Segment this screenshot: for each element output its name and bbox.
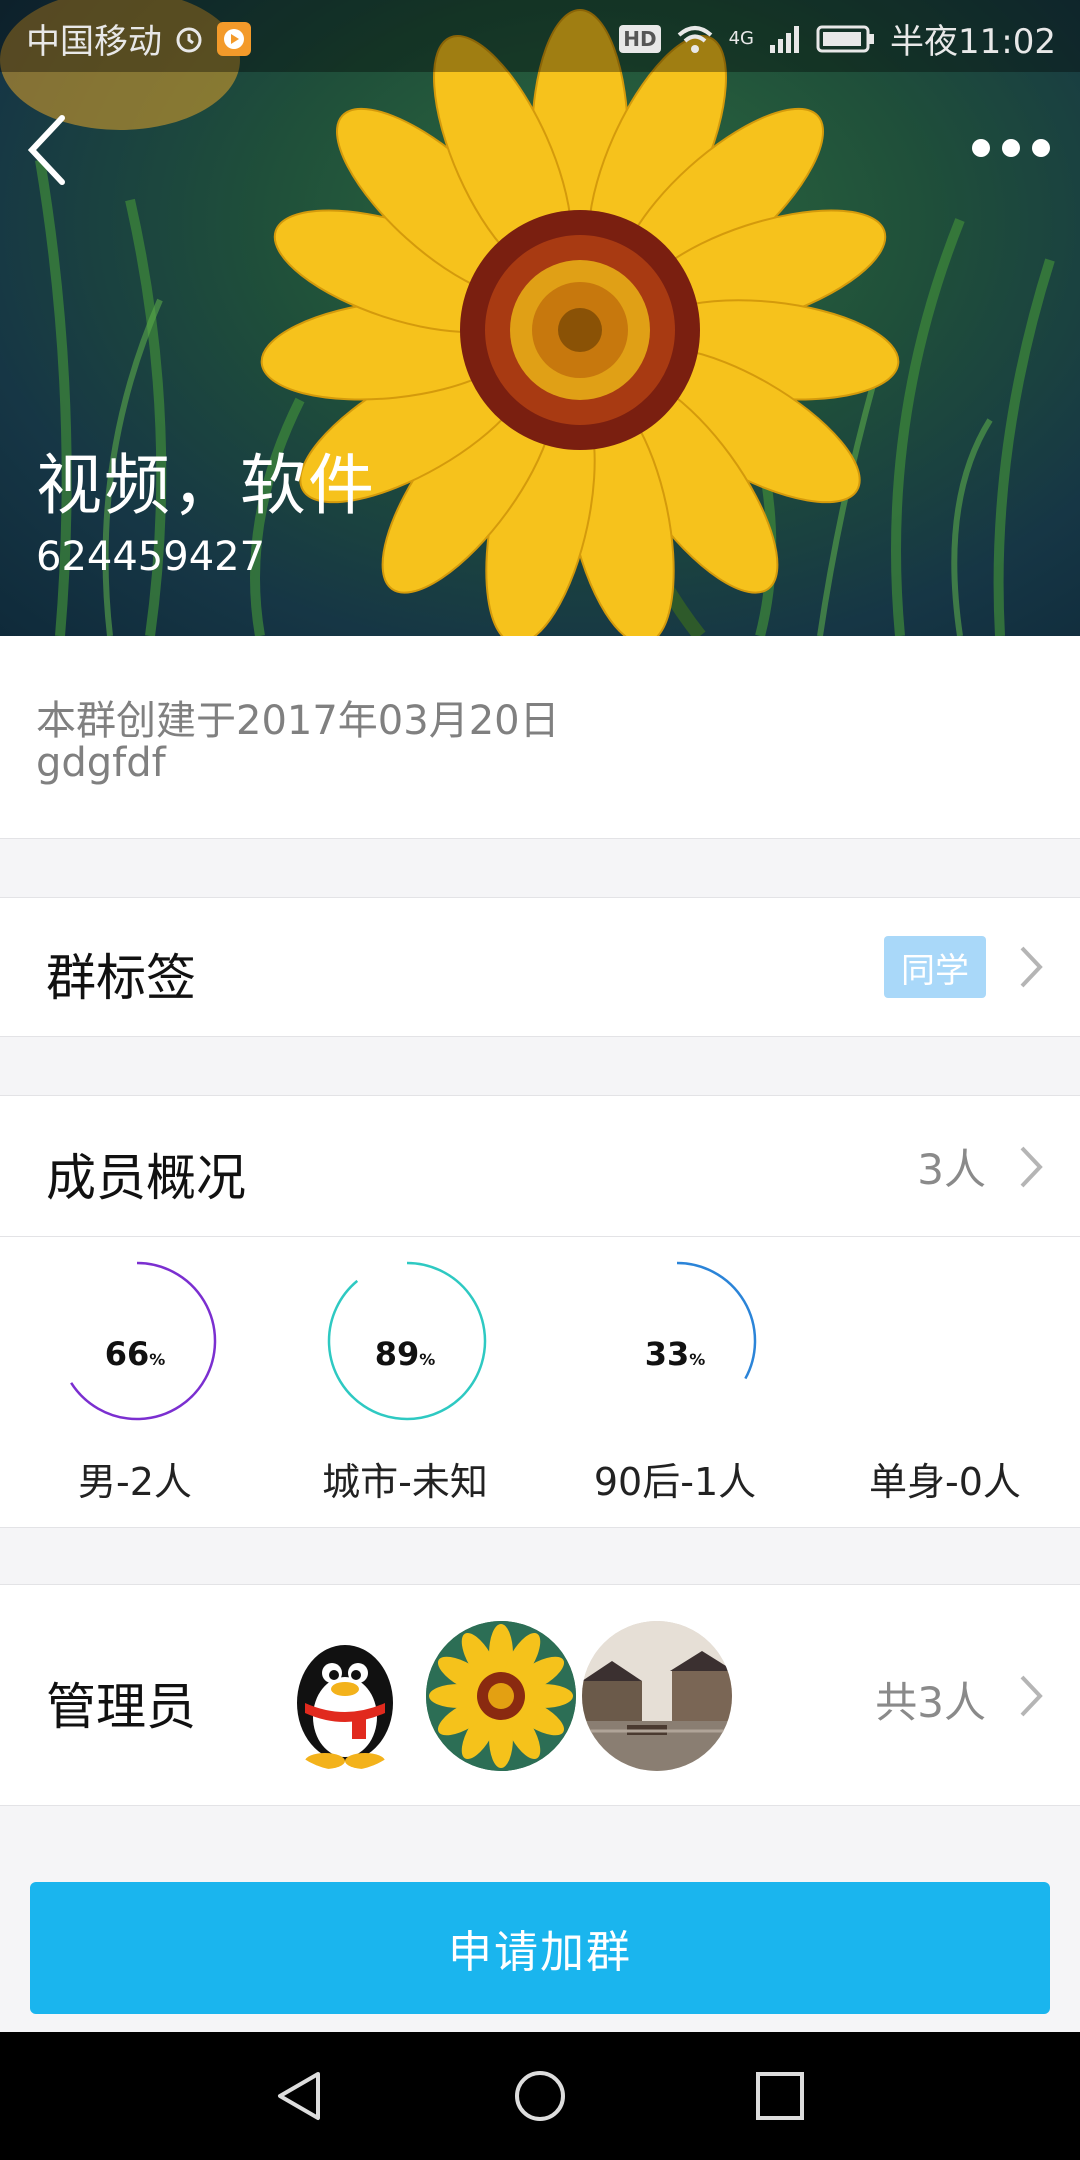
stat-label: 90后-1人: [593, 1460, 757, 1504]
row-title: 群标签: [46, 949, 196, 1007]
stat-label: 城市-未知: [322, 1460, 488, 1504]
join-group-button[interactable]: 申请加群: [30, 1882, 1050, 2014]
row-title: 管理员: [46, 1678, 196, 1736]
group-info-section: 本群创建于2017年03月20日 gdgfdf: [0, 636, 1080, 839]
group-id: 624459427: [36, 534, 266, 580]
tag-chip: 同学: [884, 936, 986, 998]
members-overview-row[interactable]: 成员概况 3人: [0, 1095, 1080, 1236]
stat-city: 89% 城市-未知: [270, 1237, 540, 1527]
member-count: 3人: [917, 1145, 986, 1194]
signal-icon: [770, 25, 800, 53]
dot-icon: [1032, 139, 1050, 157]
group-description: gdgfdf: [36, 740, 166, 786]
battery-icon: [816, 25, 875, 52]
clock: 半夜11:02: [890, 22, 1056, 62]
stat-gender: 66% 男-2人: [0, 1237, 270, 1527]
app-notification-icon: [217, 21, 251, 56]
group-tags-row[interactable]: 群标签 同学: [0, 897, 1080, 1037]
qq-penguin-icon: [297, 1645, 393, 1769]
home-circle-icon[interactable]: [514, 2070, 566, 2122]
network-type: 4G: [728, 28, 755, 49]
water-town-avatar-icon: [582, 1621, 732, 1771]
member-stats: 66% 男-2人 89% 城市-未知 33% 90后-1人 单身-0人: [0, 1236, 1080, 1528]
wifi-icon: [677, 25, 712, 53]
stat-label: 单身-0人: [869, 1460, 1021, 1504]
avatar[interactable]: [582, 1621, 732, 1771]
stat-percent: 89%: [374, 1335, 436, 1373]
hd-badge: HD: [619, 24, 661, 53]
flower-avatar-icon: [426, 1621, 576, 1771]
avatar[interactable]: [426, 1621, 576, 1771]
chevron-right-icon: [1020, 1675, 1043, 1717]
group-header-banner: 中国移动 HD 4G 半夜11:02 视频，软件 624459427: [0, 0, 1080, 636]
stat-percent: 66%: [104, 1335, 166, 1373]
stat-label: 男-2人: [78, 1460, 192, 1504]
avatar[interactable]: [270, 1621, 420, 1771]
stat-percent: 33%: [644, 1335, 706, 1373]
group-name: 视频，软件: [36, 447, 376, 524]
chevron-right-icon: [1020, 946, 1043, 988]
chevron-right-icon: [1020, 1146, 1043, 1188]
status-bar: 中国移动 HD 4G 半夜11:02: [0, 0, 1080, 72]
admins-row[interactable]: 管理员 共3人: [0, 1584, 1080, 1806]
row-title: 成员概况: [46, 1149, 246, 1207]
back-arrow-icon[interactable]: [22, 112, 82, 188]
more-menu-button[interactable]: [972, 128, 1054, 168]
dot-icon: [972, 139, 990, 157]
stat-single: 单身-0人: [810, 1237, 1080, 1527]
carrier-label: 中国移动: [26, 22, 162, 62]
alarm-icon: [176, 27, 202, 52]
system-navigation-bar: [0, 2032, 1080, 2160]
recents-square-icon[interactable]: [754, 2070, 806, 2122]
created-date: 本群创建于2017年03月20日: [36, 698, 560, 744]
stat-age: 33% 90后-1人: [540, 1237, 810, 1527]
admin-total: 共3人: [875, 1678, 986, 1727]
dot-icon: [1002, 139, 1020, 157]
back-triangle-icon[interactable]: [274, 2070, 326, 2122]
